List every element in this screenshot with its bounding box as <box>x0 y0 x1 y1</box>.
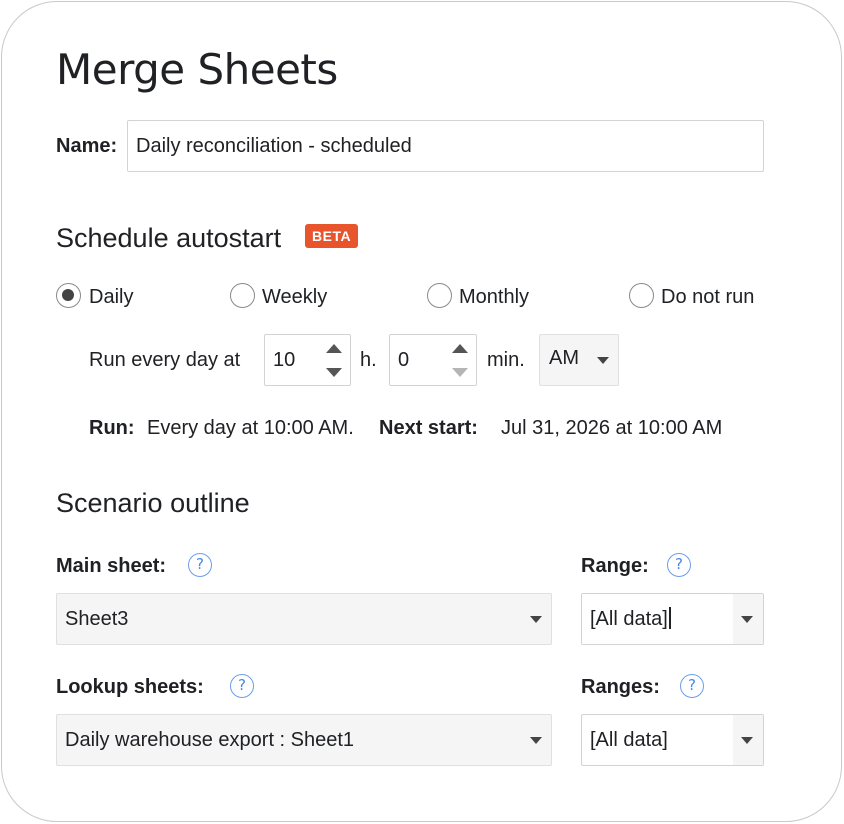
ampm-select[interactable]: AM <box>539 334 619 386</box>
hour-value[interactable]: 10 <box>273 335 295 385</box>
run-label: Run: <box>89 417 135 439</box>
ranges-value[interactable]: [All data] <box>590 715 668 765</box>
minute-value[interactable]: 0 <box>398 335 409 385</box>
radio-do-not-run[interactable]: Do not run <box>629 283 769 311</box>
radio-do-not-run-icon[interactable] <box>629 283 654 308</box>
beta-badge: BETA <box>305 224 359 248</box>
ranges-dropdown-button[interactable] <box>733 715 763 765</box>
range-dropdown-button[interactable] <box>733 594 763 644</box>
radio-monthly[interactable]: Monthly <box>427 283 597 311</box>
lookup-sheets-label: Lookup sheets: <box>56 676 204 698</box>
minute-stepper[interactable]: 0 <box>389 334 477 386</box>
minute-increment-icon[interactable] <box>452 344 468 353</box>
lookup-sheets-value: Daily warehouse export : Sheet1 <box>65 729 355 751</box>
name-label: Name: <box>56 135 118 157</box>
scenario-outline-title: Scenario outline <box>56 488 250 518</box>
ranges-select[interactable]: [All data] <box>581 714 764 766</box>
range-select[interactable]: [All data] <box>581 593 764 645</box>
radio-monthly-label: Monthly <box>459 286 530 308</box>
dialog-title: Merge Sheets <box>56 45 338 94</box>
radio-weekly-icon[interactable] <box>230 283 255 308</box>
text-cursor <box>668 607 671 629</box>
radio-daily-label: Daily <box>89 286 134 308</box>
merge-sheets-dialog: Merge Sheets Name: Daily reconciliation … <box>1 1 842 822</box>
main-sheet-help-icon[interactable]: ? <box>188 553 212 577</box>
range-chevron-down-icon <box>741 616 753 623</box>
radio-weekly-label: Weekly <box>262 286 328 308</box>
lookup-sheets-help-icon[interactable]: ? <box>230 674 254 698</box>
lookup-sheets-select[interactable]: Daily warehouse export : Sheet1 <box>56 714 552 766</box>
hour-decrement-icon[interactable] <box>326 368 342 377</box>
ranges-label: Ranges: <box>581 676 660 698</box>
hour-increment-icon[interactable] <box>326 344 342 353</box>
run-text: Every day at 10:00 AM. <box>147 417 354 439</box>
ranges-chevron-down-icon <box>741 737 753 744</box>
main-sheet-label: Main sheet: <box>56 555 167 577</box>
radio-weekly[interactable]: Weekly <box>230 283 390 311</box>
schedule-autostart-title: Schedule autostart <box>56 223 282 253</box>
radio-do-not-run-label: Do not run <box>661 286 755 308</box>
radio-monthly-icon[interactable] <box>427 283 452 308</box>
hour-stepper[interactable]: 10 <box>264 334 351 386</box>
range-label: Range: <box>581 555 649 577</box>
main-sheet-chevron-down-icon <box>530 616 542 623</box>
radio-daily[interactable]: Daily <box>56 283 216 311</box>
range-value[interactable]: [All data] <box>590 594 671 644</box>
hour-unit-label: h. <box>360 349 377 371</box>
name-input[interactable]: Daily reconciliation - scheduled <box>127 120 764 172</box>
ampm-chevron-down-icon <box>597 357 609 364</box>
run-every-day-label: Run every day at <box>89 349 241 371</box>
minute-unit-label: min. <box>487 349 525 371</box>
main-sheet-select[interactable]: Sheet3 <box>56 593 552 645</box>
ranges-help-icon[interactable]: ? <box>680 674 704 698</box>
next-start-text: Jul 31, 2026 at 10:00 AM <box>501 417 723 439</box>
next-start-label: Next start: <box>379 417 478 439</box>
ampm-value: AM <box>549 347 579 369</box>
minute-decrement-icon <box>452 368 468 377</box>
range-help-icon[interactable]: ? <box>667 553 691 577</box>
radio-daily-icon[interactable] <box>56 283 81 308</box>
main-sheet-value: Sheet3 <box>65 608 129 630</box>
range-value-text: [All data] <box>590 608 668 630</box>
lookup-sheets-chevron-down-icon <box>530 737 542 744</box>
